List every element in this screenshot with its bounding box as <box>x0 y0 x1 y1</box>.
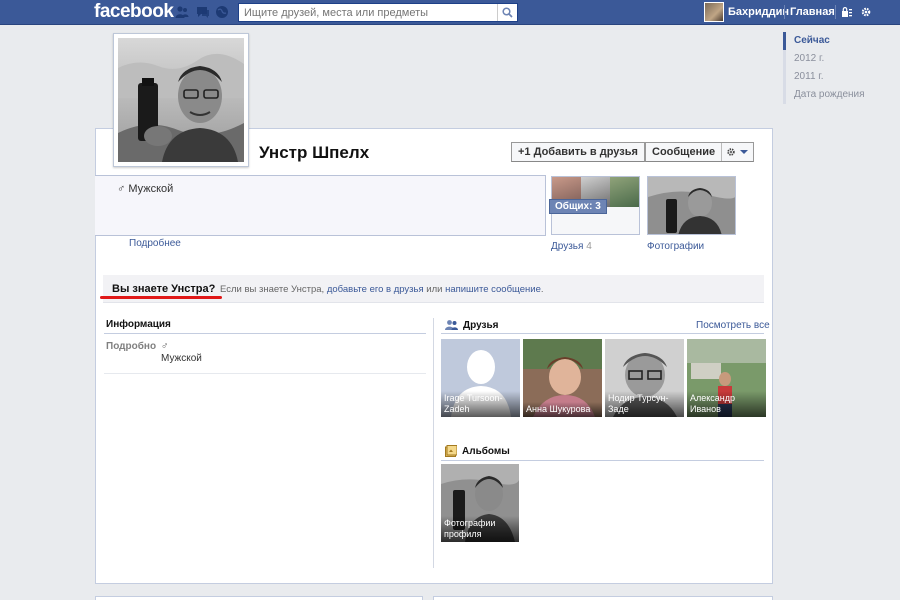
timeline-nav-birth[interactable]: Дата рождения <box>783 86 893 104</box>
gender-text: Мужской <box>128 183 174 195</box>
albums-section-title: Альбомы <box>445 445 510 457</box>
timeline-nav-2011[interactable]: 2011 г. <box>783 68 893 86</box>
search-input[interactable] <box>239 4 495 21</box>
search-icon <box>502 7 513 18</box>
settings-gear-icon[interactable] <box>860 6 872 18</box>
friends-tile[interactable]: Общих: 3 <box>549 176 640 235</box>
friends-section-title: Друзья <box>445 319 498 331</box>
albums-title-text: Альбомы <box>462 445 510 457</box>
home-link[interactable]: Главная <box>790 6 835 18</box>
albums-icon <box>445 445 457 457</box>
friends-tile-link[interactable]: Друзья <box>551 241 583 252</box>
search-button[interactable] <box>497 4 517 21</box>
message-button[interactable]: Сообщение <box>645 142 755 162</box>
profile-picture[interactable] <box>113 33 249 167</box>
timeline-nav-now[interactable]: Сейчас <box>783 32 893 50</box>
know-text-middle: или <box>423 284 446 295</box>
friend-name[interactable]: Анна Шукурова <box>523 402 602 417</box>
friends-tile-label[interactable]: Друзья 4 <box>551 241 592 252</box>
male-symbol-icon: ♂ <box>117 183 126 195</box>
profile-actions-dropdown[interactable] <box>721 143 753 161</box>
album-card[interactable]: Фотографии профиля <box>441 464 519 542</box>
albums-divider <box>441 460 764 461</box>
notifications-globe-icon[interactable] <box>215 5 229 19</box>
friend-card[interactable]: Irage Tursoon-Zadeh <box>441 339 520 417</box>
about-summary-box: ♂ Мужской <box>95 175 546 236</box>
mutual-friends-badge: Общих: 3 <box>549 199 607 214</box>
add-friend-button[interactable]: +1 Добавить в друзья <box>511 142 645 162</box>
next-card-left <box>95 596 423 600</box>
photos-tile-label[interactable]: Фотографии <box>647 241 704 252</box>
friend-name[interactable]: Нодир Турсун-Заде <box>605 391 684 417</box>
friend-name[interactable]: Александр Иванов <box>687 391 766 417</box>
user-name-link[interactable]: Бахриддин <box>728 6 789 18</box>
friend-card[interactable]: Александр Иванов <box>687 339 766 417</box>
search-box <box>238 3 518 22</box>
nav-divider <box>835 5 836 19</box>
add-friend-label: +1 Добавить в друзья <box>518 146 638 158</box>
messages-icon[interactable] <box>196 5 210 19</box>
album-name[interactable]: Фотографии профиля <box>441 516 519 542</box>
friends-divider <box>441 333 764 334</box>
chevron-down-icon <box>740 150 749 154</box>
profile-name: Унстр Шпелх <box>259 143 370 162</box>
nav-divider <box>784 5 785 19</box>
friend-name[interactable]: Irage Tursoon-Zadeh <box>441 391 520 417</box>
male-symbol-icon: ♂ <box>161 341 169 352</box>
friend-requests-icon[interactable] <box>175 5 189 19</box>
add-friend-inline-link[interactable]: добавьте его в друзья <box>327 284 424 295</box>
info-gender-value: Мужской <box>161 353 202 364</box>
gear-icon <box>727 148 735 156</box>
know-text-before: Если вы знаете Унстра, <box>220 284 327 295</box>
timeline-nav: Сейчас 2012 г. 2011 г. Дата рождения <box>783 32 893 104</box>
friend-card[interactable]: Нодир Турсун-Заде <box>605 339 684 417</box>
facebook-logo[interactable]: facebook <box>94 1 174 23</box>
column-divider <box>433 318 434 568</box>
photos-tile[interactable] <box>647 176 736 235</box>
info-section-title: Информация <box>106 319 171 330</box>
info-divider <box>104 333 426 334</box>
know-text-after: . <box>540 284 544 295</box>
friends-count: 4 <box>586 241 592 252</box>
friends-icon <box>445 320 458 330</box>
info-divider-bottom <box>104 373 426 374</box>
friend-card[interactable]: Анна Шукурова <box>523 339 602 417</box>
send-message-inline-link[interactable]: напишите сообщение <box>445 284 541 295</box>
message-label: Сообщение <box>652 146 716 158</box>
gender-summary: ♂ Мужской <box>117 183 173 195</box>
more-info-link[interactable]: Подробнее <box>129 238 181 249</box>
info-key: Подробно <box>106 341 157 352</box>
privacy-shortcuts-icon[interactable] <box>841 6 853 18</box>
next-card-right <box>433 596 773 600</box>
know-person-text: Если вы знаете Унстра, добавьте его в др… <box>220 284 544 295</box>
see-all-friends-link[interactable]: Посмотреть все <box>696 320 770 331</box>
friends-title-text: Друзья <box>463 319 499 331</box>
know-person-question: Вы знаете Унстра? <box>112 283 216 295</box>
top-bar: facebook Бахриддин Главная <box>0 0 900 25</box>
friends-grid: Irage Tursoon-Zadeh Анна Шукурова Нодир … <box>441 339 766 417</box>
red-highlight-underline <box>100 296 222 299</box>
timeline-nav-2012[interactable]: 2012 г. <box>783 50 893 68</box>
user-avatar[interactable] <box>704 2 724 22</box>
